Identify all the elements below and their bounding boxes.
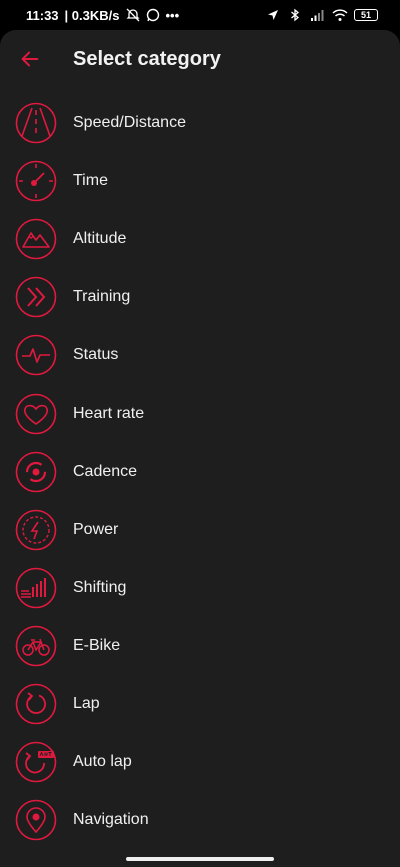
clock-icon [15,160,57,202]
more-notifications-icon: ••• [165,7,180,23]
category-training[interactable]: Training [0,268,400,326]
network-speed: | 0.3KB/s [64,7,120,23]
category-cadence[interactable]: Cadence [0,443,400,501]
back-arrow-icon [21,51,39,67]
cadence-icon [15,451,57,493]
auto-lap-icon [15,741,57,783]
category-label: Heart rate [73,404,145,422]
category-altitude[interactable]: Altitude [0,210,400,268]
pulse-icon [15,334,57,376]
category-navigation[interactable]: Navigation [0,791,400,849]
bluetooth-icon [288,8,302,22]
category-power[interactable]: Power [0,501,400,559]
status-bar: 11:33 | 0.3KB/s ••• 51 [0,0,400,30]
location-arrow-icon [266,8,280,22]
category-label: Cadence [73,462,138,480]
whatsapp-icon [146,8,160,22]
bike-icon [15,625,57,667]
category-label: Training [73,288,131,306]
category-time[interactable]: Time [0,152,400,210]
category-auto-lap[interactable]: Auto lap [0,733,400,791]
category-label: Time [73,172,108,190]
category-label: Navigation [73,811,149,829]
category-sheet: Select category Speed/Distance Time Alti… [0,30,400,867]
lightning-icon [15,509,57,551]
category-label: E-Bike [73,636,121,654]
wifi-icon [332,8,348,22]
category-label: Power [73,520,119,538]
category-lap[interactable]: Lap [0,675,400,733]
category-status[interactable]: Status [0,326,400,384]
page-title: Select category [73,47,221,70]
category-label: Status [73,346,119,364]
category-speed-distance[interactable]: Speed/Distance [0,94,400,152]
header: Select category [0,30,400,88]
mute-icon [125,8,140,22]
location-pin-icon [15,799,57,841]
heart-icon [15,393,57,435]
lap-icon [15,683,57,725]
category-label: Altitude [73,230,127,248]
signal-icon [310,8,324,22]
category-e-bike[interactable]: E-Bike [0,617,400,675]
battery-icon: 51 [354,9,378,21]
category-label: Speed/Distance [73,114,186,132]
category-label: Shifting [73,578,127,596]
category-shifting[interactable]: Shifting [0,559,400,617]
chevrons-icon [15,276,57,318]
category-label: Auto lap [73,753,132,771]
category-list: Speed/Distance Time Altitude Training St [0,94,400,849]
category-label: Lap [73,694,100,712]
category-heart-rate[interactable]: Heart rate [0,384,400,442]
mountain-icon [15,218,57,260]
road-icon [15,102,57,144]
shifting-icon [15,567,57,609]
status-time: 11:33 [26,7,59,23]
home-indicator[interactable] [126,857,274,861]
back-button[interactable] [18,47,42,71]
